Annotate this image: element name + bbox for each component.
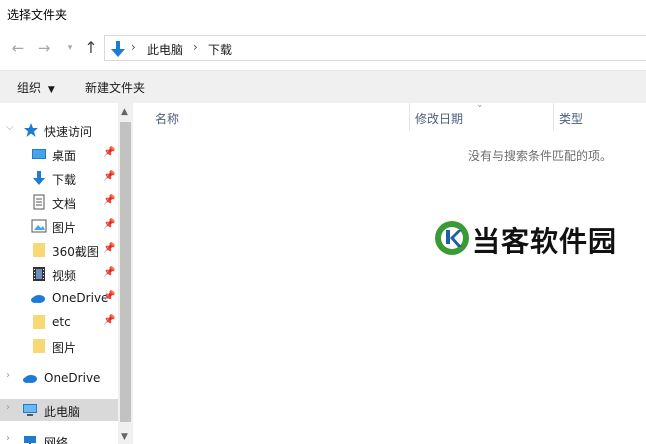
breadcrumb-separator: ›	[193, 40, 198, 54]
sidebar-item-label: 桌面	[52, 149, 77, 163]
sidebar-item-label: 下载	[52, 173, 77, 187]
sidebar-item-desktop[interactable]: 桌面 📌	[0, 143, 118, 165]
column-header-name[interactable]: 名称	[155, 110, 179, 127]
navigation-scrollbar[interactable]: ▲ ▼	[118, 103, 133, 444]
sidebar-item-videos[interactable]: 视频 📌	[0, 263, 118, 285]
pin-icon[interactable]: 📌	[103, 147, 115, 158]
sidebar-item-label: 图片	[52, 221, 77, 235]
sidebar-item-downloads[interactable]: 下载 📌	[0, 167, 118, 189]
column-divider[interactable]	[553, 103, 554, 131]
folder-icon	[33, 339, 45, 353]
sidebar-item-pictures[interactable]: 图片 📌	[0, 215, 118, 237]
back-button[interactable]: ←	[8, 38, 28, 58]
desktop-icon	[32, 149, 46, 159]
watermark: 当客软件园	[434, 220, 634, 260]
chevron-down-icon: ▼	[47, 85, 55, 95]
pin-icon[interactable]: 📌	[103, 291, 115, 302]
scrollbar-thumb[interactable]	[120, 122, 131, 422]
computer-icon	[23, 404, 37, 416]
sidebar-item-label: 文档	[52, 197, 77, 211]
pin-icon[interactable]: 📌	[103, 219, 115, 230]
chevron-down-icon: ▾	[67, 43, 73, 53]
organize-button[interactable]: 组织 ▼	[17, 79, 55, 96]
file-list: 名称 ⌄ 修改日期 类型 没有与搜索条件匹配的项。	[133, 100, 646, 444]
network-icon	[24, 436, 36, 444]
sidebar-item-label: etc	[52, 315, 71, 329]
pin-icon[interactable]: 📌	[103, 315, 115, 326]
column-divider[interactable]	[409, 103, 410, 131]
navigation-pane: ⌵ 快速访问 桌面 📌 下载 📌 文档 📌 图片 📌 360截图 📌 视频 📌 …	[0, 103, 118, 444]
sidebar-item-this-pc[interactable]: › 此电脑	[0, 399, 118, 421]
sidebar-item-onedrive[interactable]: › OneDrive	[0, 367, 118, 389]
sort-indicator-icon: ⌄	[476, 100, 484, 110]
chevron-right-icon: ›	[6, 402, 10, 413]
window-title: 选择文件夹	[7, 8, 68, 22]
sidebar-item-label: 此电脑	[44, 405, 81, 419]
star-icon	[24, 123, 38, 137]
sidebar-item-etc[interactable]: etc 📌	[0, 311, 118, 333]
arrow-left-icon: ←	[11, 39, 25, 57]
pin-icon[interactable]: 📌	[103, 267, 115, 278]
address-bar[interactable]: › 此电脑 › 下载	[104, 35, 646, 61]
breadcrumb-downloads[interactable]: 下载	[208, 41, 232, 58]
folder-icon	[33, 243, 45, 257]
new-folder-button[interactable]: 新建文件夹	[85, 79, 145, 96]
download-icon	[111, 41, 125, 57]
forward-button[interactable]: →	[34, 38, 54, 58]
watermark-text: 当客软件园	[472, 225, 618, 258]
sidebar-item-label: 网络	[44, 436, 69, 444]
sidebar-item-documents[interactable]: 文档 📌	[0, 191, 118, 213]
sidebar-item-label: 360截图	[52, 245, 99, 259]
chevron-right-icon: ›	[6, 370, 10, 381]
picture-icon	[31, 219, 47, 233]
sidebar-item-pictures-folder[interactable]: 图片	[0, 335, 118, 357]
pin-icon[interactable]: 📌	[103, 171, 115, 182]
chevron-down-icon: ⌵	[6, 122, 14, 133]
breadcrumb-this-pc[interactable]: 此电脑	[147, 41, 183, 58]
arrow-up-icon: ↑	[84, 38, 98, 57]
sidebar-item-360-screenshots[interactable]: 360截图 📌	[0, 239, 118, 261]
sidebar-item-label: 视频	[52, 269, 77, 283]
column-header-date[interactable]: 修改日期	[415, 110, 463, 127]
sidebar-item-label: 快速访问	[44, 125, 93, 139]
sidebar-item-label: OneDrive	[52, 291, 109, 305]
recent-locations-button[interactable]: ▾	[60, 38, 80, 58]
pin-icon[interactable]: 📌	[103, 243, 115, 254]
scroll-up-icon[interactable]: ▲	[121, 107, 128, 117]
video-icon	[33, 267, 45, 281]
empty-results-message: 没有与搜索条件匹配的项。	[468, 149, 613, 163]
download-icon	[33, 171, 45, 185]
scroll-down-icon[interactable]: ▼	[121, 432, 128, 442]
sidebar-item-quick-access[interactable]: ⌵ 快速访问	[0, 119, 118, 141]
organize-label: 组织	[17, 81, 42, 95]
onedrive-icon	[31, 295, 45, 303]
sidebar-item-onedrive-pinned[interactable]: OneDrive 📌	[0, 287, 118, 309]
sidebar-item-network[interactable]: › 网络	[0, 430, 118, 444]
folder-icon	[33, 315, 45, 329]
chevron-right-icon: ›	[6, 433, 10, 444]
pin-icon[interactable]: 📌	[103, 195, 115, 206]
up-button[interactable]: ↑	[81, 38, 101, 58]
watermark-logo-icon	[435, 221, 469, 255]
arrow-right-icon: →	[37, 39, 51, 57]
onedrive-icon	[23, 375, 37, 383]
title-bar: 选择文件夹	[0, 0, 646, 28]
navigation-bar: ← → ▾ ↑ › 此电脑 › 下载	[0, 32, 646, 64]
breadcrumb-separator: ›	[131, 40, 136, 54]
document-icon	[33, 194, 45, 210]
sidebar-item-label: OneDrive	[44, 371, 101, 385]
command-bar: 组织 ▼ 新建文件夹	[0, 70, 646, 103]
sidebar-item-label: 图片	[52, 341, 77, 355]
column-header-type[interactable]: 类型	[559, 110, 583, 127]
